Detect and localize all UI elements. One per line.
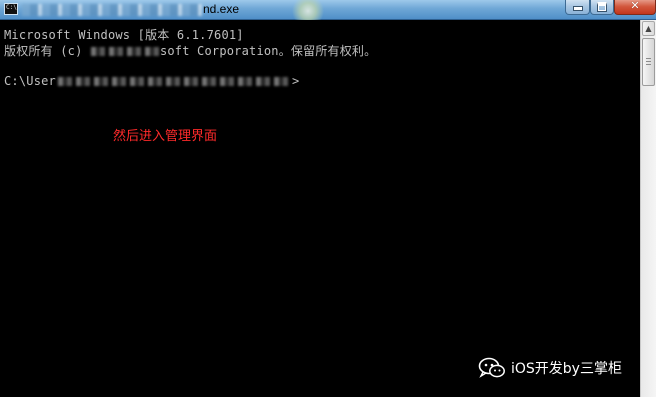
window-title-bar[interactable]: nd.exe ✕ — [0, 0, 656, 20]
copyright-prefix: 版权所有 (c) — [4, 44, 90, 58]
maximize-button[interactable] — [590, 0, 614, 15]
minimize-icon — [572, 6, 583, 11]
annotation-caption: 然后进入管理界面 — [113, 129, 218, 144]
console-line-copyright: 版权所有 (c) soft Corporation。保留所有权利。 — [4, 42, 376, 59]
close-icon: ✕ — [630, 0, 640, 12]
grip-icon — [646, 58, 651, 66]
console-output[interactable]: Microsoft Windows [版本 6.1.7601] 版权所有 (c)… — [0, 20, 640, 397]
minimize-button[interactable] — [565, 0, 590, 15]
prompt-path-prefix: C:\User — [4, 74, 56, 88]
scroll-up-button[interactable]: ▲ — [642, 21, 655, 36]
vertical-scrollbar[interactable]: ▲ — [640, 20, 656, 397]
maximize-icon — [597, 2, 607, 12]
redacted-title-text — [22, 4, 202, 16]
copyright-suffix: soft Corporation。保留所有权利。 — [159, 44, 377, 58]
close-button[interactable]: ✕ — [614, 0, 656, 15]
console-prompt[interactable]: C:\User > — [4, 74, 299, 88]
watermark-text: iOS开发by三掌柜 — [511, 361, 622, 377]
console-line-version: Microsoft Windows [版本 6.1.7601] — [4, 28, 244, 42]
prompt-caret: > — [291, 74, 300, 88]
redacted-text — [90, 47, 159, 56]
scroll-thumb[interactable] — [642, 38, 655, 86]
wechat-icon — [478, 357, 505, 378]
console-icon[interactable] — [4, 3, 18, 15]
taskbar-art — [288, 0, 328, 20]
up-arrow-icon: ▲ — [645, 24, 652, 33]
window-title: nd.exe — [203, 2, 240, 16]
redacted-path — [57, 77, 290, 86]
